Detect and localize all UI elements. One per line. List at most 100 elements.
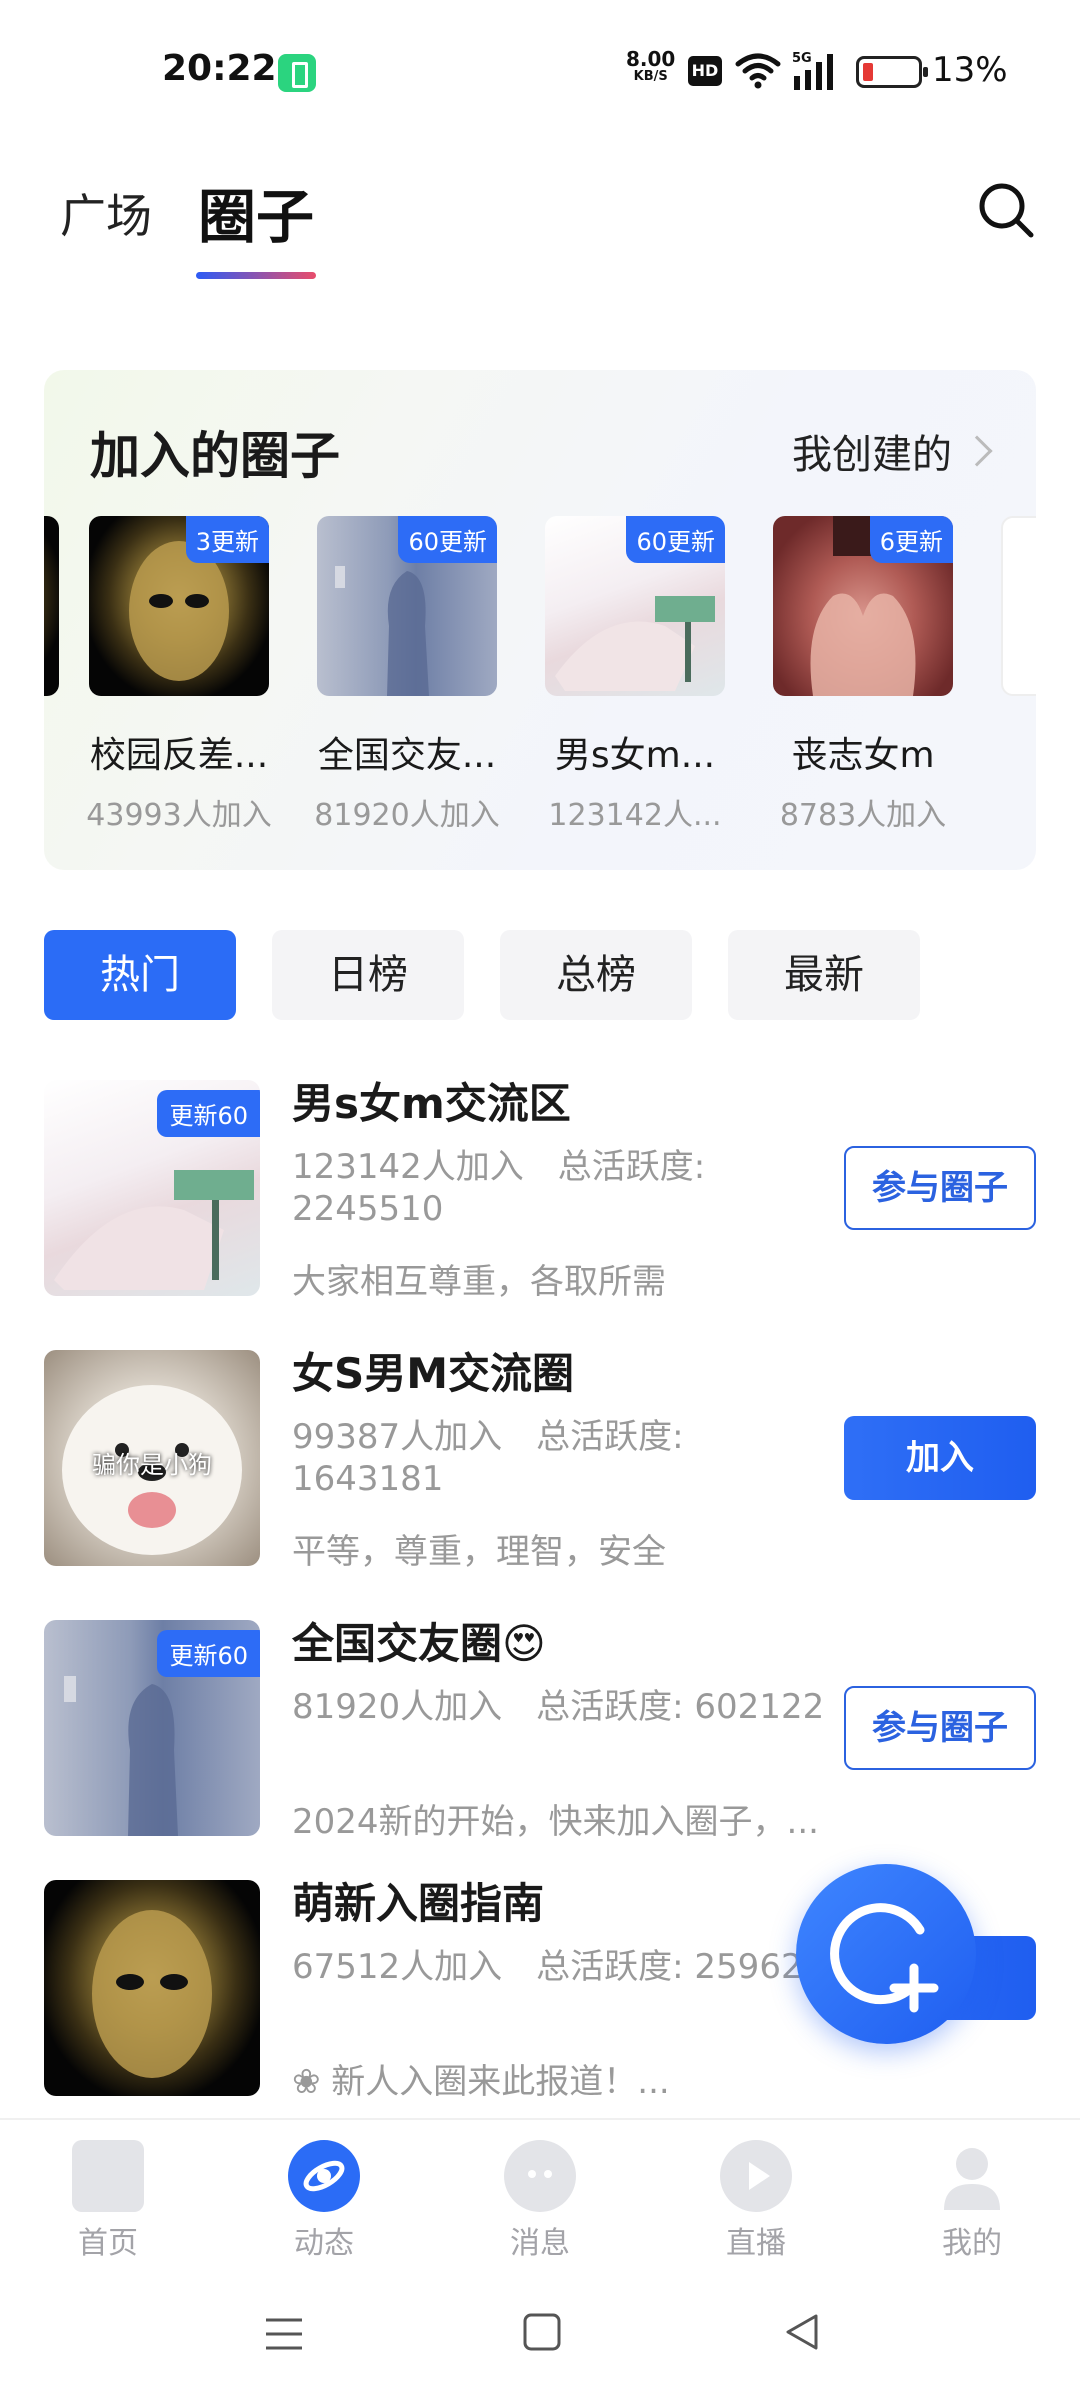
- joined-circle-item[interactable]: 60更新 男s女m... 123142人...: [540, 516, 730, 834]
- system-navigation-bar: [0, 2268, 1080, 2400]
- participate-circle-button[interactable]: 参与圈子: [844, 1686, 1036, 1770]
- circle-description: 2024新的开始，快来加入圈子，...: [292, 1802, 819, 1842]
- nav-label: 消息: [510, 2226, 570, 2261]
- circle-name: 全国交友...: [317, 735, 497, 776]
- circle-thumbnail: 骗你是小狗: [44, 1350, 260, 1566]
- circle-title: 女S男M交流圈: [292, 1349, 575, 1398]
- circle-thumbnail: 60更新: [317, 516, 497, 696]
- update-badge: 60更新: [398, 516, 497, 563]
- chat-icon: [504, 2140, 576, 2212]
- circle-title: 萌新入圈指南: [292, 1879, 545, 1928]
- circle-member-count: 81920人加入: [314, 798, 500, 833]
- nav-messages[interactable]: 消息: [470, 2140, 610, 2262]
- joined-circle-item-partial[interactable]: [996, 516, 1036, 696]
- chevron-right-icon: [961, 435, 993, 467]
- filter-tab-latest[interactable]: 最新: [728, 930, 920, 1020]
- circle-stats: 123142人加入 总活跃度: 2245510: [292, 1147, 706, 1229]
- circle-stats: 99387人加入 总活跃度: 1643181: [292, 1417, 684, 1499]
- nav-home[interactable]: 首页: [38, 2140, 178, 2262]
- cellular-signal-icon: 5G: [792, 51, 833, 90]
- update-badge: 6更新: [869, 516, 953, 563]
- circle-thumbnail: [44, 1880, 260, 2096]
- filter-tab-daily[interactable]: 日榜: [272, 930, 464, 1020]
- filter-tab-total[interactable]: 总榜: [500, 930, 692, 1020]
- circle-member-count: 8783人加入: [779, 798, 947, 833]
- circle-member-count: 43993人加入: [86, 798, 272, 833]
- circle-name: 校园反差...: [89, 735, 269, 776]
- hd-icon: HD: [688, 56, 722, 86]
- circle-member-count: 123142人...: [548, 798, 722, 833]
- circle-thumbnail: 3更新: [89, 516, 269, 696]
- filter-tab-hot[interactable]: 热门: [44, 930, 236, 1020]
- circle-description: 平等，尊重，理智，安全: [292, 1532, 666, 1572]
- nav-label: 动态: [294, 2226, 354, 2261]
- image-caption: 骗你是小狗: [92, 1451, 212, 1479]
- circle-thumbnail: [44, 516, 59, 696]
- add-circle-icon: [830, 1903, 939, 2013]
- home-icon: [72, 2140, 144, 2212]
- list-item[interactable]: 更新60 男s女m交流区 123142人加入 总活跃度: 2245510 大家相…: [44, 1070, 1036, 1302]
- home-square-icon[interactable]: [522, 2312, 562, 2352]
- update-badge: 60更新: [626, 516, 725, 563]
- back-icon[interactable]: [780, 2310, 824, 2354]
- nav-label: 直播: [726, 2226, 786, 2261]
- ranking-filter-tabs: 热门 日榜 总榜 最新: [44, 930, 920, 1020]
- joined-circle-item[interactable]: 3更新 校园反差... 43993人加入: [84, 516, 274, 834]
- circle-title: 男s女m交流区: [292, 1079, 571, 1128]
- tab-circles[interactable]: 圈子: [198, 170, 314, 254]
- nav-me[interactable]: 我的: [902, 2140, 1042, 2262]
- planet-icon: [288, 2140, 360, 2212]
- signal-type-label: 5G: [792, 51, 812, 66]
- circle-stats: 67512人加入 总活跃度: 25962: [292, 1947, 803, 1987]
- join-circle-button[interactable]: 加入: [844, 1416, 1036, 1500]
- joined-circle-item[interactable]: 60更新 全国交友... 81920人加入: [312, 516, 502, 834]
- user-glyph: [944, 2148, 1000, 2210]
- play-glyph: [749, 2162, 770, 2190]
- circle-description: ❀ 新人入圈来此报道！...: [292, 2062, 670, 2102]
- update-badge: 更新60: [157, 1090, 260, 1137]
- nav-label: 我的: [942, 2226, 1002, 2261]
- joined-circle-item-partial[interactable]: [44, 516, 64, 696]
- status-time: 20:22: [162, 48, 277, 89]
- tab-square[interactable]: 广场: [60, 180, 152, 246]
- circle-name: 男s女m...: [554, 735, 716, 776]
- list-item[interactable]: 更新60 全国交友圈😍 81920人加入 总活跃度: 602122 2024新的…: [44, 1610, 1036, 1842]
- nav-label: 首页: [78, 2226, 138, 2261]
- network-speed: 8.00 KB/S: [626, 47, 676, 86]
- circle-thumbnail: 更新60: [44, 1080, 260, 1296]
- joined-circles-strip: 3更新 校园反差... 43993人加入 60更新 全国交友... 81920人…: [44, 516, 1036, 846]
- circle-description: 大家相互尊重，各取所需: [292, 1262, 666, 1302]
- list-item[interactable]: 骗你是小狗 女S男M交流圈 99387人加入 总活跃度: 1643181 平等，…: [44, 1340, 1036, 1572]
- circle-name: 丧志女m: [791, 735, 935, 776]
- my-created-label: 我创建的: [792, 432, 952, 478]
- circle-thumbnail: 更新60: [44, 1620, 260, 1836]
- circle-stats: 81920人加入 总活跃度: 602122: [292, 1687, 825, 1727]
- circle-thumbnail: 60更新: [545, 516, 725, 696]
- my-created-link[interactable]: 我创建的: [792, 422, 993, 480]
- joined-circles-title: 加入的圈子: [90, 427, 340, 485]
- chat-glyph: [528, 2170, 552, 2178]
- circle-title: 全国交友圈😍: [292, 1619, 546, 1668]
- battery-icon: [856, 56, 928, 88]
- circle-thumbnail: 6更新: [773, 516, 953, 696]
- user-icon: [936, 2140, 1008, 2212]
- create-circle-fab[interactable]: [796, 1864, 976, 2044]
- joined-circle-item[interactable]: 6更新 丧志女m 8783人加入: [768, 516, 958, 834]
- joined-circles-card: 加入的圈子 我创建的 3更新 校园反差... 43993人加入 60更新 全国交…: [44, 370, 1036, 870]
- network-speed-value: 8.00: [626, 47, 676, 71]
- mask-image: [92, 1910, 212, 2078]
- status-bar: 20:22 8.00 KB/S HD 5G 13%: [0, 0, 1080, 140]
- nav-moments[interactable]: 动态: [254, 2140, 394, 2262]
- nav-live[interactable]: 直播: [686, 2140, 826, 2262]
- participate-circle-button[interactable]: 参与圈子: [844, 1146, 1036, 1230]
- battery-saver-icon: [278, 54, 316, 92]
- menu-icon[interactable]: [262, 2312, 306, 2356]
- update-badge: 3更新: [185, 516, 269, 563]
- active-tab-indicator: [196, 272, 316, 279]
- bottom-navigation: 首页 动态 消息 直播 我的: [0, 2118, 1080, 2268]
- battery-percent: 13%: [932, 50, 1008, 90]
- update-badge: 更新60: [157, 1630, 260, 1677]
- search-icon[interactable]: [976, 180, 1036, 240]
- circle-thumbnail: [1001, 516, 1036, 696]
- planet-glyph: [303, 2160, 345, 2192]
